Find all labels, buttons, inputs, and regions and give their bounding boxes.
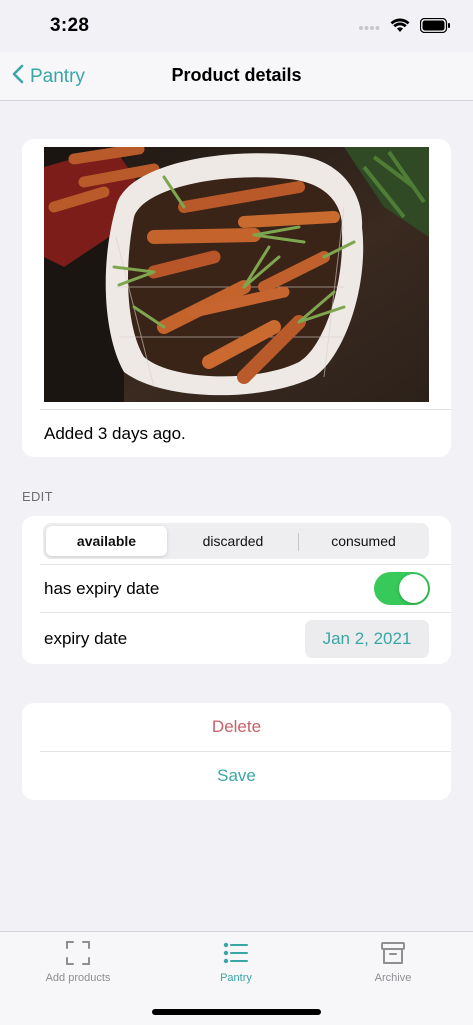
added-text: Added 3 days ago. xyxy=(44,424,186,443)
divider xyxy=(40,751,451,752)
archive-icon xyxy=(333,940,453,966)
status-time: 3:28 xyxy=(50,15,90,36)
product-photo xyxy=(44,147,429,402)
status-icons xyxy=(358,17,451,38)
battery-icon xyxy=(419,17,451,38)
actions-card: Delete Save xyxy=(22,703,451,800)
expiry-date-picker[interactable]: Jan 2, 2021 xyxy=(305,620,429,658)
product-card: Added 3 days ago. xyxy=(22,139,451,457)
segment-available[interactable]: available xyxy=(46,526,167,556)
divider xyxy=(40,564,451,565)
tab-label: Pantry xyxy=(220,972,252,984)
status-segmented-control[interactable]: available discarded consumed xyxy=(43,523,429,559)
delete-button[interactable]: Delete xyxy=(22,717,451,737)
home-indicator xyxy=(152,1009,321,1015)
tab-label: Archive xyxy=(374,972,412,984)
navigation-bar: Pantry Product details xyxy=(0,52,473,101)
expiry-date-label: expiry date xyxy=(44,629,128,648)
segment-divider xyxy=(298,533,299,551)
edit-card: available discarded consumed has expiry … xyxy=(22,516,451,664)
edit-section-header: EDIT xyxy=(22,489,53,504)
save-button[interactable]: Save xyxy=(22,766,451,786)
divider xyxy=(40,612,451,613)
tab-label: Add products xyxy=(45,972,111,984)
tab-pantry[interactable]: Pantry xyxy=(176,940,296,984)
wifi-icon xyxy=(390,18,410,38)
signal-icon xyxy=(358,19,380,37)
toggle-knob xyxy=(399,574,428,603)
expiry-toggle-label: has expiry date xyxy=(44,579,160,598)
expiry-toggle[interactable] xyxy=(374,572,430,605)
segment-discarded[interactable]: discarded xyxy=(171,526,295,556)
tab-add-products[interactable]: Add products xyxy=(18,940,138,984)
page-title: Product details xyxy=(171,65,302,85)
tab-archive[interactable]: Archive xyxy=(333,940,453,984)
segment-consumed[interactable]: consumed xyxy=(301,526,426,556)
status-bar: 3:28 xyxy=(0,0,473,52)
list-icon xyxy=(176,940,296,966)
divider xyxy=(40,409,451,410)
scan-icon xyxy=(18,940,138,966)
